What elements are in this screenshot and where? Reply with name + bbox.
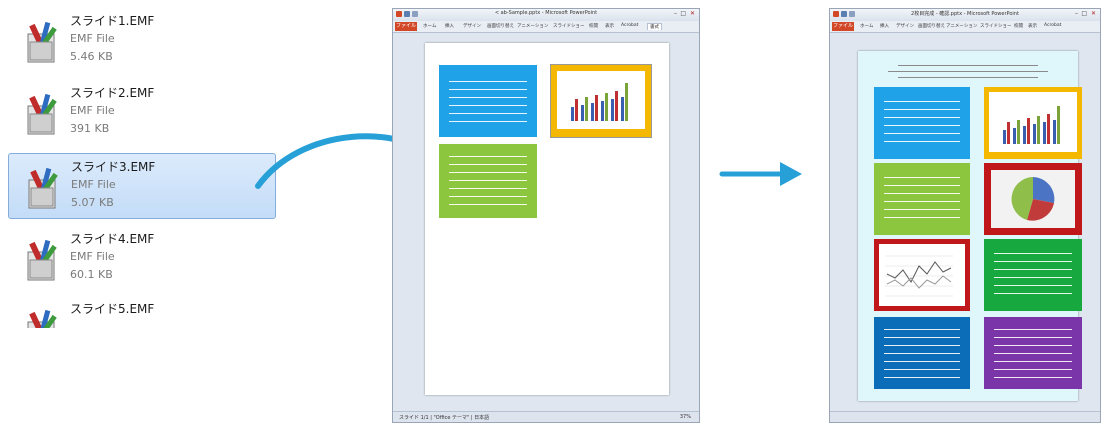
tab-acrobat[interactable]: Acrobat	[621, 23, 638, 28]
emf-file-icon	[27, 21, 57, 63]
powerpoint-window-after: 2枚目完成 - 確認.pptx - Microsoft PowerPoint –…	[829, 8, 1101, 423]
tab-design[interactable]: デザイン	[463, 23, 481, 29]
close-button[interactable]: ✕	[1091, 10, 1096, 18]
file-name: スライド4.EMF	[70, 232, 155, 246]
slide-page[interactable]	[425, 43, 669, 395]
file-name: スライド5.EMF	[70, 302, 155, 316]
emf-file-icon	[27, 93, 57, 135]
slide-page[interactable]	[858, 51, 1082, 401]
title-line	[888, 71, 1048, 72]
file-type: EMF File	[71, 178, 116, 191]
tab-file[interactable]: ファイル	[395, 22, 417, 31]
maximize-button[interactable]: □	[1081, 10, 1087, 18]
tab-animations[interactable]: アニメーション	[946, 23, 977, 29]
bar-chart-image[interactable]	[550, 64, 652, 138]
title-line	[898, 65, 1038, 66]
status-bar	[830, 411, 1100, 422]
minimize-button[interactable]: –	[674, 10, 677, 18]
file-list: スライド1.EMF EMF File 5.46 KB スライド2.EMF EMF…	[8, 8, 280, 328]
green-text-block[interactable]	[874, 163, 970, 235]
chart-bars	[1001, 104, 1063, 144]
status-text: スライド 1/1 | "Office テーマ" | 日本語	[399, 415, 490, 421]
ribbon-tabs: ファイル ホーム 挿入 デザイン 画面切り替え アニメーション スライドショー …	[830, 21, 1100, 33]
tab-home[interactable]: ホーム	[860, 23, 873, 29]
tab-view[interactable]: 表示	[1028, 23, 1037, 29]
tab-transitions[interactable]: 画面切り替え	[918, 23, 945, 29]
file-name: スライド2.EMF	[70, 86, 155, 100]
tab-review[interactable]: 校閲	[1014, 23, 1023, 29]
tab-insert[interactable]: 挿入	[880, 23, 889, 29]
tab-design[interactable]: デザイン	[896, 23, 914, 29]
maximize-button[interactable]: □	[680, 10, 686, 18]
file-item-3[interactable]: スライド3.EMF EMF File 5.07 KB	[8, 153, 276, 219]
file-type: EMF File	[70, 32, 115, 45]
purple-text-block[interactable]	[984, 317, 1082, 389]
file-name: スライド3.EMF	[71, 160, 156, 174]
pie-chart-image[interactable]	[984, 163, 1082, 235]
file-name: スライド1.EMF	[70, 14, 155, 28]
file-size: 5.07 KB	[71, 196, 114, 209]
file-size: 391 KB	[70, 122, 110, 135]
emf-file-icon	[27, 309, 57, 328]
close-button[interactable]: ✕	[690, 10, 695, 18]
tab-file[interactable]: ファイル	[832, 22, 854, 31]
file-item-4[interactable]: スライド4.EMF EMF File 60.1 KB	[8, 226, 276, 288]
line-chart-image[interactable]	[874, 239, 970, 311]
right-arrow-icon	[719, 162, 802, 186]
file-size: 5.46 KB	[70, 50, 113, 63]
tab-transitions[interactable]: 画面切り替え	[487, 23, 514, 29]
tab-acrobat[interactable]: Acrobat	[1044, 23, 1061, 28]
file-item-2[interactable]: スライド2.EMF EMF File 391 KB	[8, 80, 276, 142]
file-type: EMF File	[70, 104, 115, 117]
file-item-5[interactable]: スライド5.EMF	[8, 296, 276, 328]
tab-view[interactable]: 表示	[605, 23, 614, 29]
green-text-block[interactable]	[439, 144, 537, 218]
emf-file-icon	[27, 239, 57, 281]
navy-text-block[interactable]	[874, 317, 970, 389]
powerpoint-window-before: < ab-Sample.pptx - Microsoft PowerPoint …	[392, 8, 700, 423]
title-line	[898, 77, 1038, 78]
tab-home[interactable]: ホーム	[423, 23, 436, 29]
bar-chart-image[interactable]	[984, 87, 1082, 159]
green-text-block-2[interactable]	[984, 239, 1082, 311]
tab-insert[interactable]: 挿入	[445, 23, 454, 29]
window-title: < ab-Sample.pptx - Microsoft PowerPoint	[494, 10, 598, 16]
line-chart	[885, 255, 953, 297]
ribbon-tabs: ファイル ホーム 挿入 デザイン 画面切り替え アニメーション スライドショー …	[393, 21, 699, 33]
minimize-button[interactable]: –	[1075, 10, 1078, 18]
tab-slideshow[interactable]: スライドショー	[553, 23, 585, 29]
tab-review[interactable]: 校閲	[589, 23, 598, 29]
tab-animations[interactable]: アニメーション	[517, 23, 548, 29]
zoom-level[interactable]: 37%	[680, 414, 691, 420]
status-bar: スライド 1/1 | "Office テーマ" | 日本語 37%	[393, 411, 699, 422]
file-item-1[interactable]: スライド1.EMF EMF File 5.46 KB	[8, 8, 276, 70]
file-type: EMF File	[70, 250, 115, 263]
blue-text-block[interactable]	[439, 65, 537, 137]
emf-file-icon	[28, 167, 58, 209]
chart-bars	[569, 81, 631, 121]
tab-slideshow[interactable]: スライドショー	[980, 23, 1012, 29]
tab-format[interactable]: 書式	[647, 23, 662, 30]
file-size: 60.1 KB	[70, 268, 113, 281]
title-bar: < ab-Sample.pptx - Microsoft PowerPoint …	[393, 9, 699, 21]
window-title: 2枚目完成 - 確認.pptx - Microsoft PowerPoint	[911, 11, 1019, 17]
blue-text-block[interactable]	[874, 87, 970, 159]
pie-chart	[1011, 177, 1055, 221]
title-bar: 2枚目完成 - 確認.pptx - Microsoft PowerPoint –…	[830, 9, 1100, 21]
